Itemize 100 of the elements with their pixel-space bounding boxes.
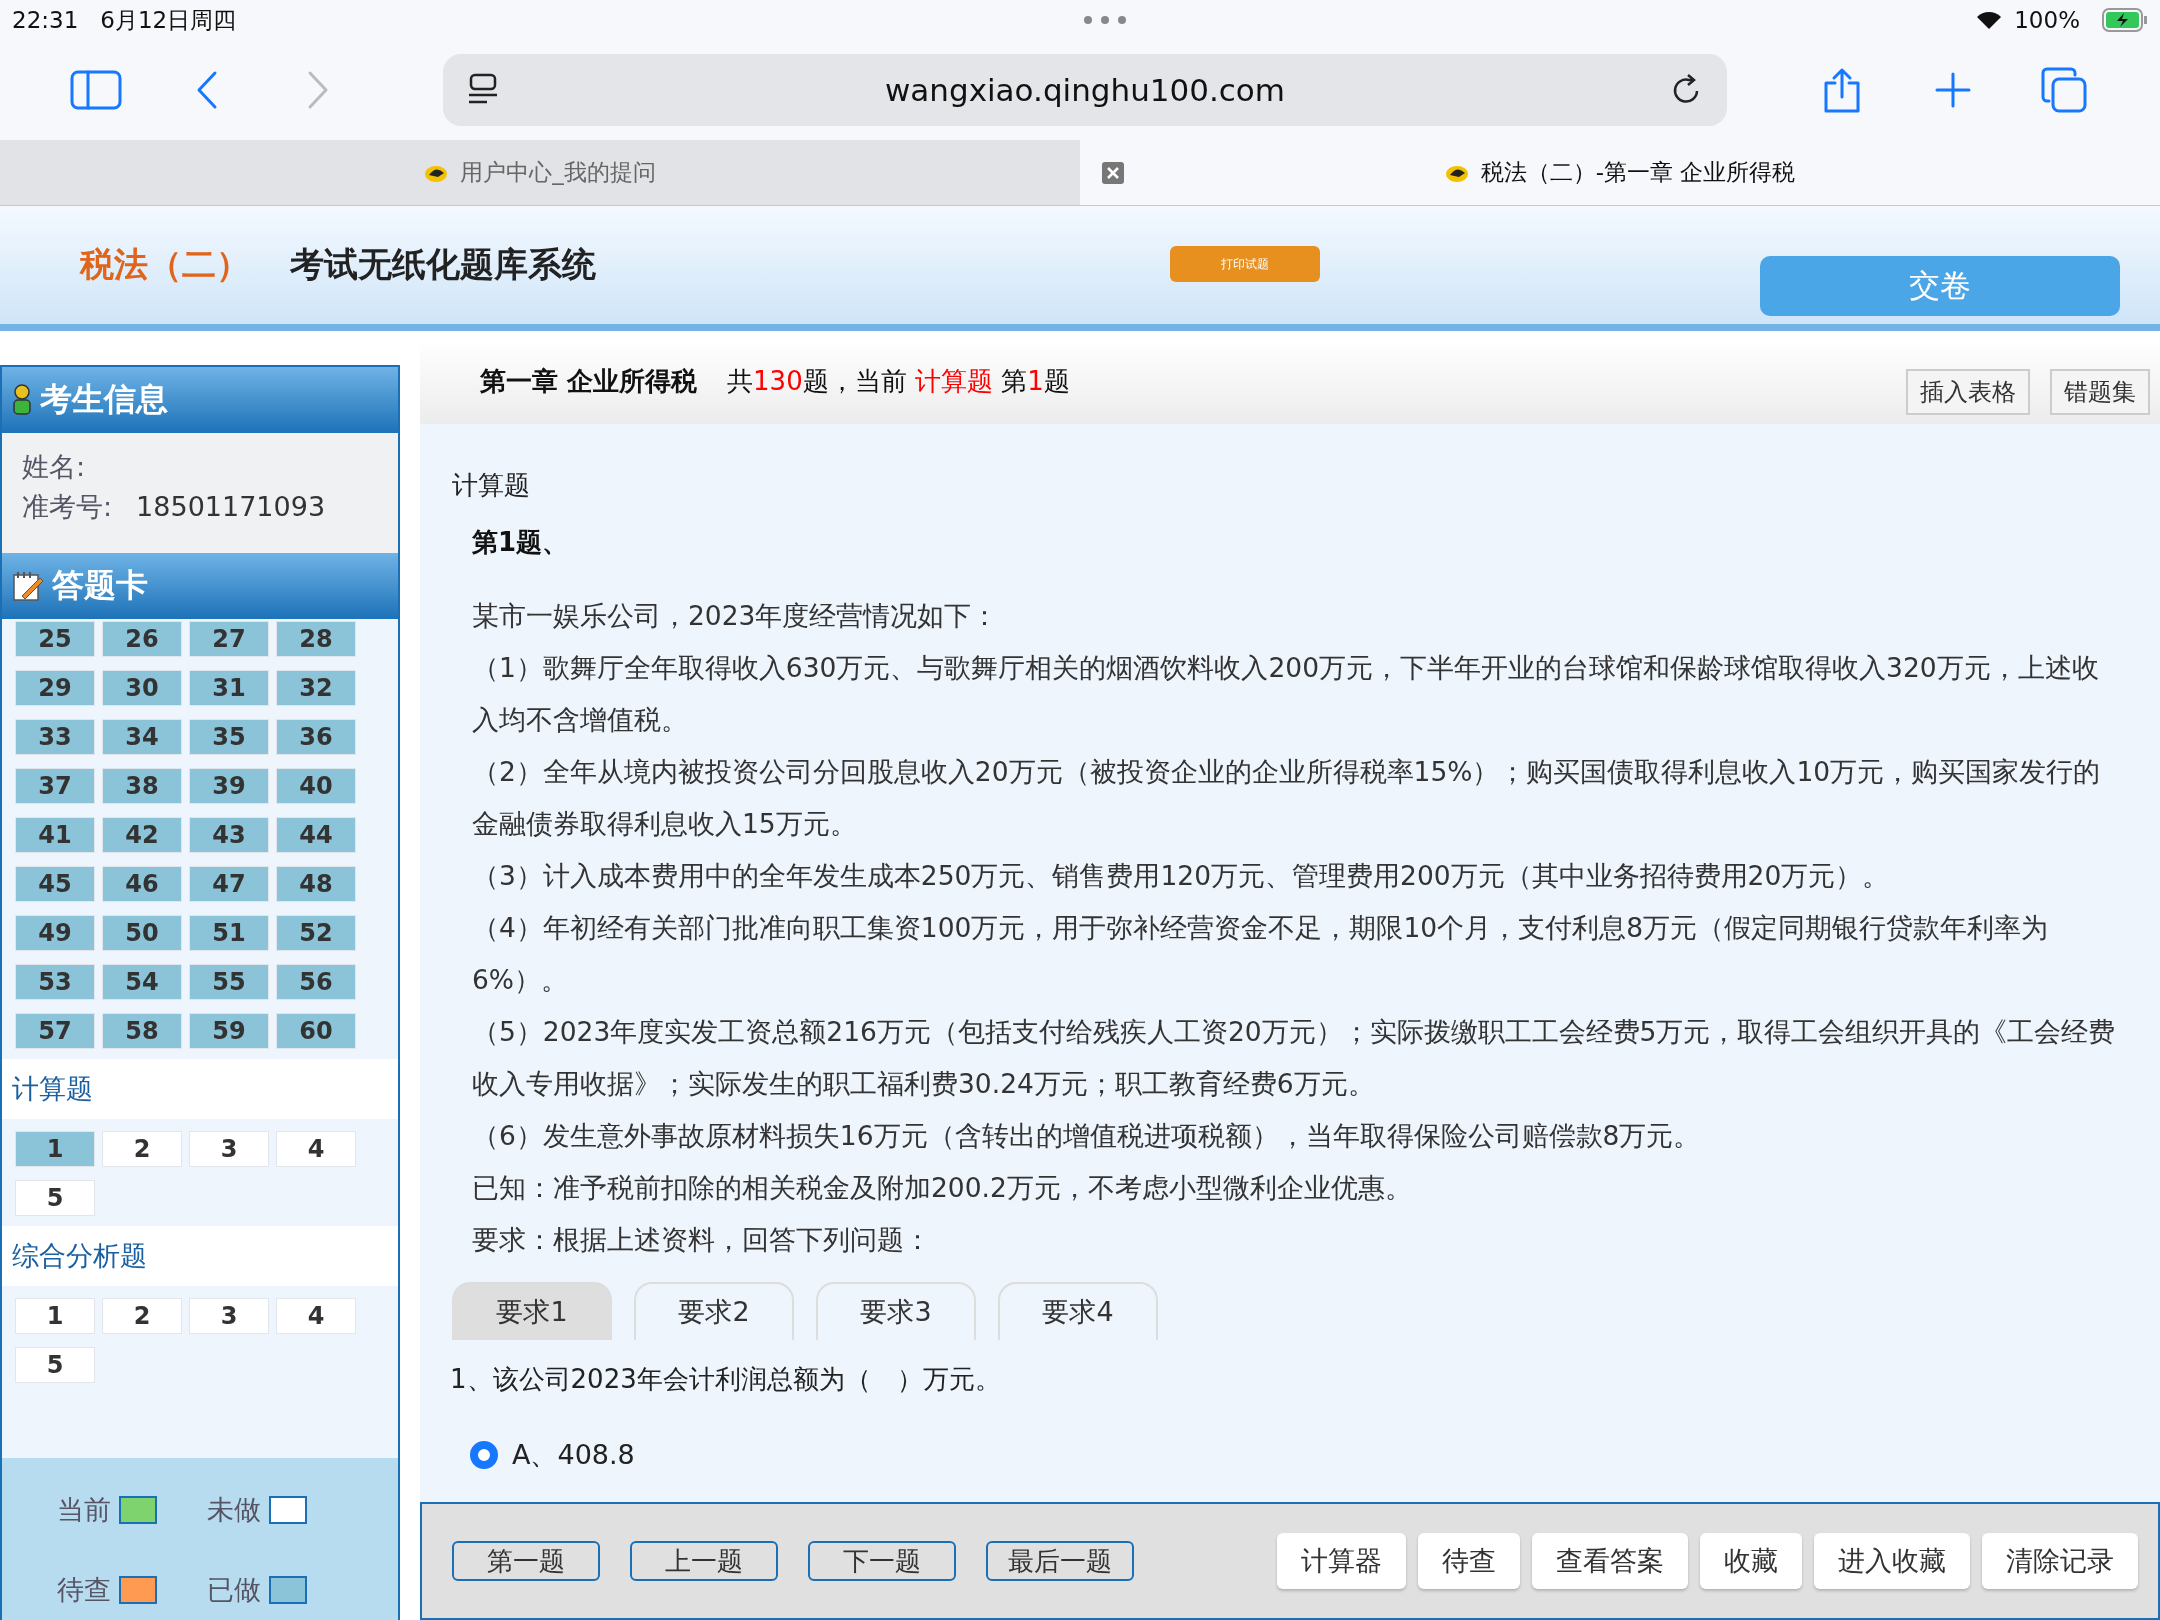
nav-button[interactable]: 第一题 [452, 1541, 600, 1581]
tool-button[interactable]: 错题集 [2050, 368, 2150, 415]
legend-label: 已做 [207, 1573, 261, 1607]
question-number[interactable]: 31 [189, 670, 269, 706]
requirement-tab[interactable]: 要求4 [998, 1282, 1158, 1340]
sub-question: 1、该公司2023年会计利润总额为（ ）万元。 [449, 1363, 1002, 1396]
question-number[interactable]: 25 [15, 621, 95, 657]
question-number[interactable]: 54 [102, 964, 182, 1000]
question-paragraph: （6）发生意外事故原材料损失16万元（含转出的增值税进项税额），当年取得保险公司赔偿款8万元。 [472, 1119, 1702, 1153]
section-title: 答题卡 [52, 565, 148, 606]
question-number[interactable]: 33 [15, 719, 95, 755]
question-paragraph: （5）2023年度实发工资总额216万元（包括支付给残疾人工资20万元）；实际拨缴职工工会经费5万元，取得工会组织开具的《工会经费收入专用收据》；实际发生的职工福利费30.24万元；职工教育经费6万元。 [472, 1015, 2117, 1101]
action-button[interactable]: 清除记录 [1982, 1533, 2138, 1589]
question-number[interactable]: 43 [189, 817, 269, 853]
question-number[interactable]: 58 [102, 1013, 182, 1049]
tab-title: 税法（二）-第一章 企业所得税 [1480, 158, 1796, 187]
radio-button[interactable] [470, 1441, 498, 1469]
status-date: 6月12日周四 [100, 5, 237, 35]
question-number[interactable]: 52 [276, 915, 356, 951]
question-number[interactable]: 36 [276, 719, 356, 755]
question-number[interactable]: 3 [189, 1131, 269, 1167]
action-button[interactable]: 收藏 [1700, 1533, 1802, 1589]
question-number[interactable]: 41 [15, 817, 95, 853]
question-number[interactable]: 26 [102, 621, 182, 657]
nav-button[interactable]: 最后一题 [986, 1541, 1134, 1581]
requirement-tab[interactable]: 要求1 [452, 1282, 612, 1340]
question-number-title: 第1题、 [471, 526, 570, 559]
question-number[interactable]: 28 [276, 621, 356, 657]
field-label: 准考号: [22, 491, 113, 522]
person-icon [12, 384, 32, 416]
question-number[interactable]: 3 [189, 1298, 269, 1334]
battery-icon [2102, 8, 2148, 32]
tabs-icon[interactable] [2041, 67, 2088, 113]
question-number[interactable]: 44 [276, 817, 356, 853]
question-number[interactable]: 59 [189, 1013, 269, 1049]
question-number[interactable]: 39 [189, 768, 269, 804]
question-number[interactable]: 51 [189, 915, 269, 951]
question-paragraph: 已知：准予税前扣除的相关税金及附加200.2万元，不考虑小型微利企业优惠。 [472, 1171, 1413, 1205]
legend-label: 待查 [57, 1573, 111, 1607]
more-dots-icon [1083, 15, 1128, 25]
question-number[interactable]: 4 [276, 1131, 356, 1167]
category-title: 综合分析题 [2, 1226, 398, 1286]
question-number[interactable]: 45 [15, 866, 95, 902]
question-number[interactable]: 42 [102, 817, 182, 853]
question-number[interactable]: 30 [102, 670, 182, 706]
action-button[interactable]: 进入收藏 [1814, 1533, 1970, 1589]
question-number[interactable]: 5 [15, 1180, 95, 1216]
progress-text: 共130题，当前 计算题 第1题 [727, 365, 1070, 398]
clock-time: 22:31 [12, 7, 79, 33]
question-paragraph: 要求：根据上述资料，回答下列问题： [472, 1223, 932, 1257]
requirement-tab[interactable]: 要求3 [816, 1282, 976, 1340]
tool-button[interactable]: 插入表格 [1906, 368, 2030, 415]
question-type: 计算题 [451, 469, 531, 502]
question-number[interactable]: 37 [15, 768, 95, 804]
question-number[interactable]: 34 [102, 719, 182, 755]
question-number[interactable]: 49 [15, 915, 95, 951]
question-paragraph: （2）全年从境内被投资公司分回股息收入20万元（被投资企业的企业所得税率15%）；购买国债取得利息收入10万元，购买国家发行的金融债券取得利息收入15万元。 [472, 755, 2102, 841]
question-paragraph: 某市一娱乐公司，2023年度经营情况如下： [472, 599, 1000, 633]
plus-icon[interactable] [1935, 72, 1972, 108]
question-number[interactable]: 47 [189, 866, 269, 902]
question-number[interactable]: 27 [189, 621, 269, 657]
action-button[interactable]: 查看答案 [1532, 1533, 1688, 1589]
share-icon[interactable] [1822, 67, 1863, 113]
question-number[interactable]: 4 [276, 1298, 356, 1334]
question-number[interactable]: 53 [15, 964, 95, 1000]
question-number[interactable]: 35 [189, 719, 269, 755]
question-number[interactable]: 50 [102, 915, 182, 951]
requirement-tab[interactable]: 要求2 [634, 1282, 794, 1340]
browser-tab[interactable]: 用户中心_我的提问 [0, 140, 1080, 205]
field-label: 姓名: [22, 451, 86, 482]
question-number[interactable]: 60 [276, 1013, 356, 1049]
question-number[interactable]: 32 [276, 670, 356, 706]
question-number[interactable]: 40 [276, 768, 356, 804]
question-number[interactable]: 48 [276, 866, 356, 902]
nav-button[interactable]: 下一题 [808, 1541, 956, 1581]
question-number[interactable]: 57 [15, 1013, 95, 1049]
question-number[interactable]: 2 [102, 1131, 182, 1167]
question-number[interactable]: 1 [15, 1131, 95, 1167]
nav-button[interactable]: 上一题 [630, 1541, 778, 1581]
question-number[interactable]: 5 [15, 1347, 95, 1383]
question-number[interactable]: 38 [102, 768, 182, 804]
battery-percent: 100% [2014, 7, 2080, 33]
question-paragraph: （4）年初经有关部门批准向职工集资100万元，用于弥补经营资金不足，期限10个月，支付利息8万元（假定同期银行贷款年利率为6%）。 [472, 911, 2050, 997]
legend-label: 未做 [207, 1493, 261, 1527]
subject-title: 税法（二） [80, 243, 250, 286]
tab-title: 用户中心_我的提问 [460, 158, 656, 187]
question-number[interactable]: 56 [276, 964, 356, 1000]
action-button[interactable]: 待查 [1418, 1533, 1520, 1589]
close-icon[interactable] [1102, 162, 1124, 184]
sidebar-icon[interactable] [69, 70, 122, 110]
legend-label: 当前 [57, 1493, 111, 1527]
question-number[interactable]: 2 [102, 1298, 182, 1334]
question-number[interactable]: 55 [189, 964, 269, 1000]
option-label[interactable]: A、408.8 [512, 1437, 635, 1473]
question-number[interactable]: 1 [15, 1298, 95, 1334]
action-button[interactable]: 计算器 [1277, 1533, 1406, 1589]
field-value: 18501171093 [136, 491, 326, 522]
category-title: 计算题 [2, 1059, 398, 1119]
question-number[interactable]: 29 [15, 670, 95, 706]
question-number[interactable]: 46 [102, 866, 182, 902]
